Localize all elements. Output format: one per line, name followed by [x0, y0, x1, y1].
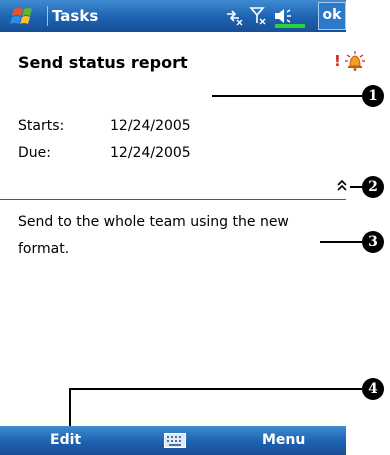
starts-value[interactable]: 12/24/2005 — [110, 118, 191, 134]
keyboard-icon[interactable] — [164, 433, 186, 448]
header-divider — [0, 199, 346, 200]
starts-label: Starts: — [18, 118, 65, 134]
collapse-arrows-icon[interactable] — [335, 179, 349, 193]
callout-line-2 — [350, 186, 362, 188]
edit-softkey[interactable]: Edit — [50, 426, 81, 455]
due-value[interactable]: 12/24/2005 — [110, 145, 191, 161]
connectivity-icon — [227, 10, 243, 26]
callout-1: 1 — [362, 85, 384, 107]
callout-3: 3 — [362, 231, 384, 253]
battery-icon — [275, 24, 305, 28]
callout-line-1 — [212, 95, 362, 97]
reminder-bell-icon — [345, 51, 365, 71]
title-separator — [47, 6, 48, 26]
callout-2: 2 — [362, 176, 384, 198]
menu-bar: Edit Menu — [0, 426, 346, 455]
due-label: Due: — [18, 145, 51, 161]
high-priority-icon: ! — [334, 52, 341, 70]
title-bar: Tasks ok — [0, 0, 346, 32]
menu-softkey[interactable]: Menu — [262, 426, 305, 455]
signal-off-icon — [249, 7, 266, 25]
windows-start-icon[interactable] — [8, 5, 42, 29]
notes-text[interactable]: Send to the whole team using the new for… — [18, 209, 318, 263]
callout-vline-4 — [69, 388, 71, 428]
ok-button[interactable]: ok — [318, 2, 346, 30]
callout-4: 4 — [362, 378, 384, 400]
volume-icon — [275, 9, 291, 23]
callout-line-3 — [320, 241, 362, 243]
task-subject: Send status report — [18, 53, 188, 72]
callout-line-4 — [69, 388, 362, 390]
app-title: Tasks — [52, 7, 99, 25]
